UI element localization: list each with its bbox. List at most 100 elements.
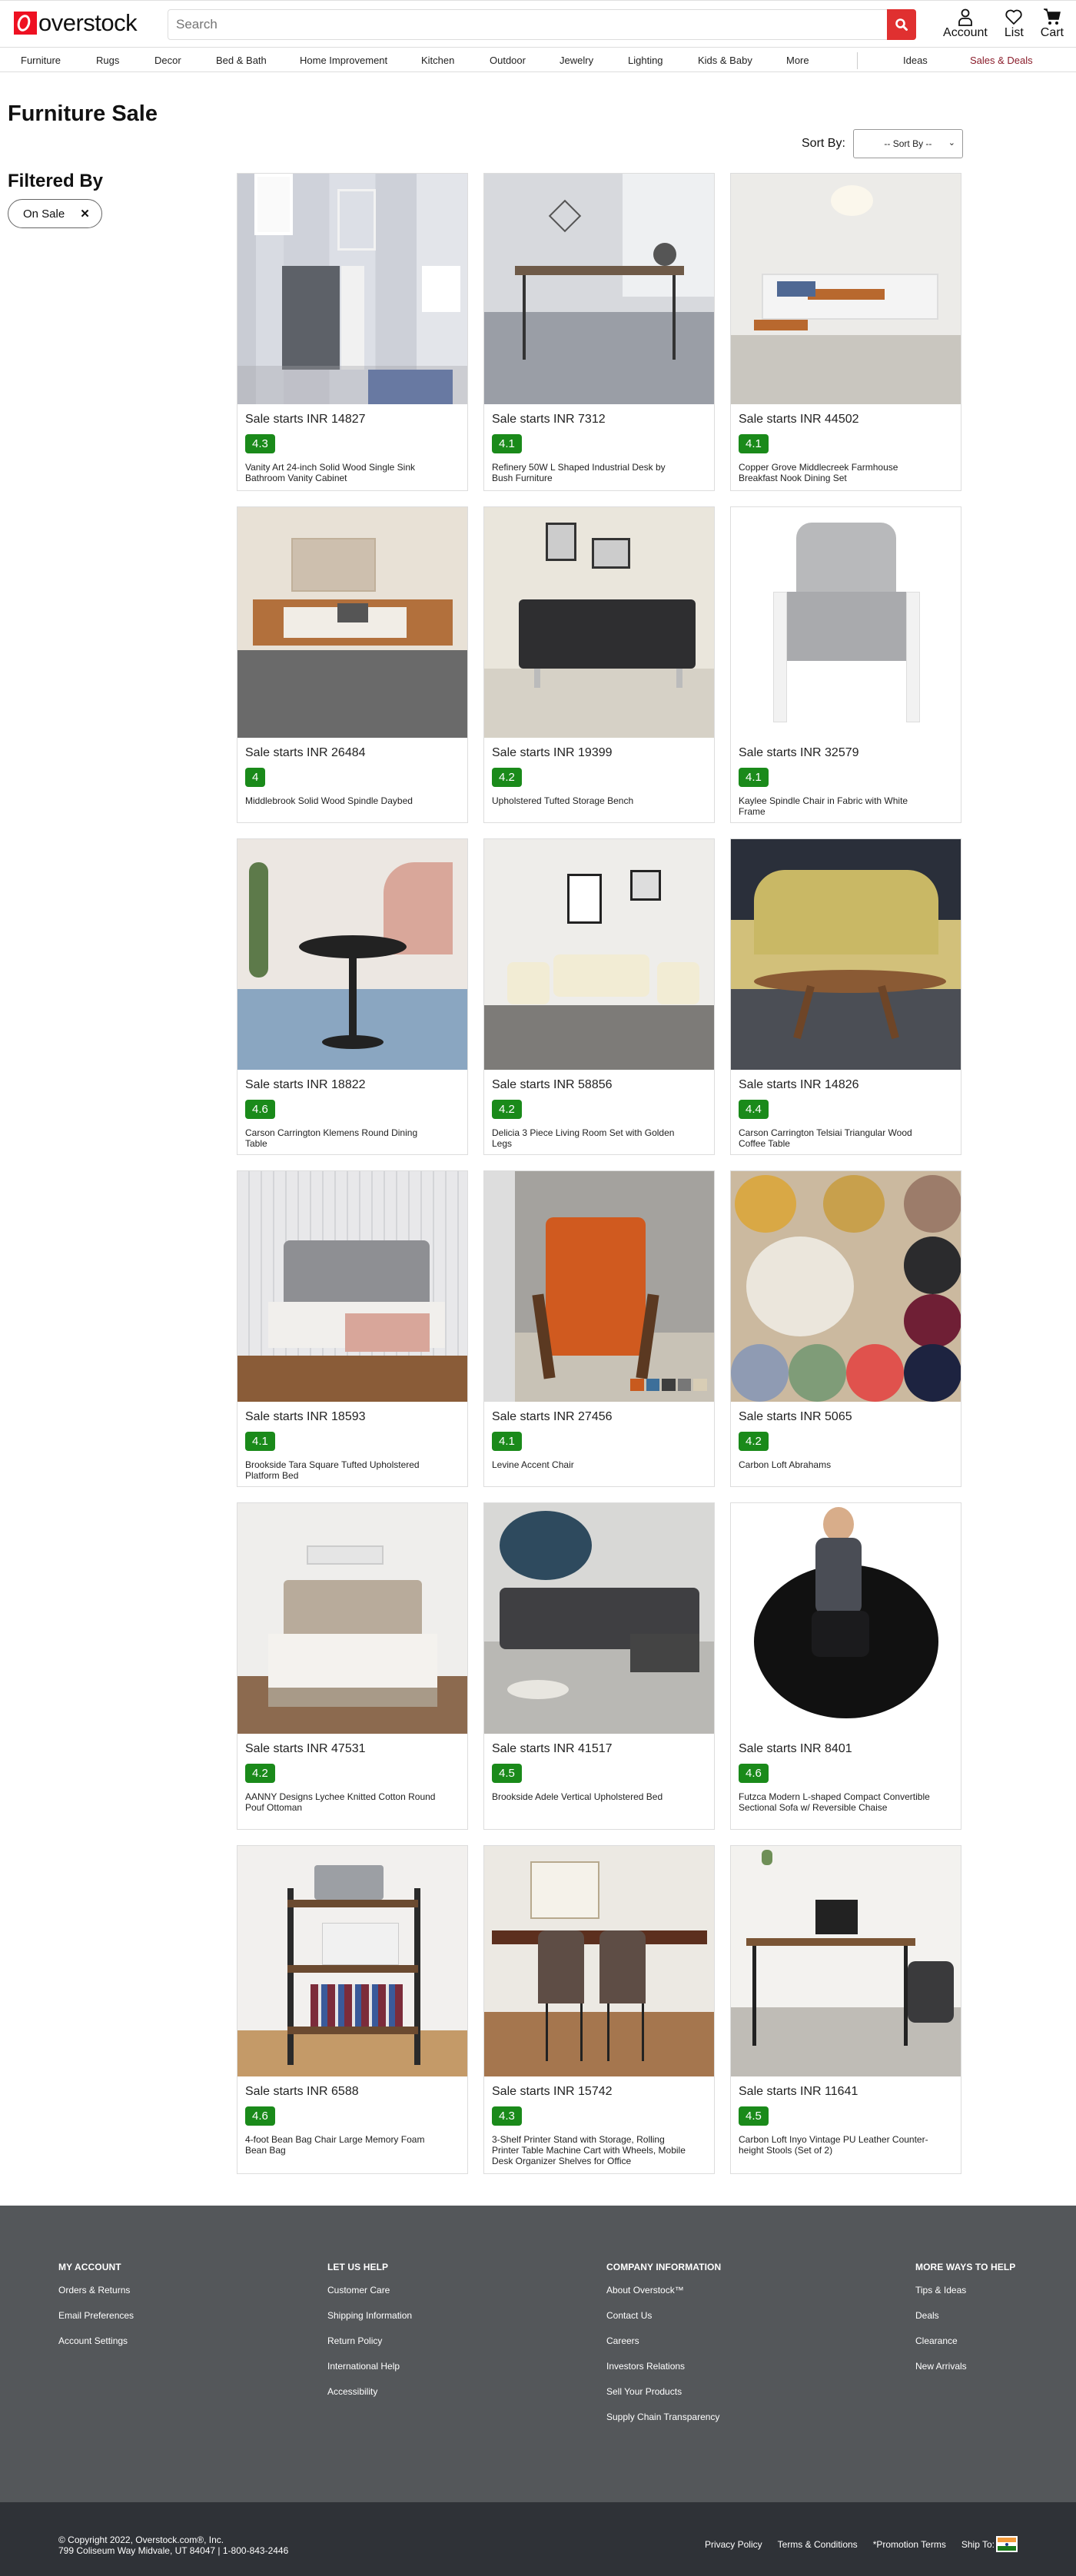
product-image[interactable] (484, 174, 714, 404)
footer-link[interactable]: Email Preferences (58, 2310, 134, 2321)
product-card[interactable]: Sale starts INR 32579 4.1 Kaylee Spindle… (730, 506, 961, 823)
nav-bed-bath[interactable]: Bed & Bath (216, 55, 267, 66)
product-name[interactable]: Brookside Adele Vertical Upholstered Bed (492, 1791, 688, 1802)
product-name[interactable]: Carson Carrington Telsiai Triangular Woo… (739, 1127, 935, 1149)
product-image[interactable] (731, 839, 961, 1070)
product-image[interactable] (484, 1846, 714, 2076)
product-image[interactable] (237, 1846, 467, 2076)
footer-link[interactable]: Customer Care (327, 2285, 412, 2295)
product-card[interactable]: Sale starts INR 27456 4.1 Levine Accent … (483, 1170, 715, 1487)
footer-link[interactable]: Tips & Ideas (915, 2285, 1015, 2295)
nav-kids-baby[interactable]: Kids & Baby (698, 55, 752, 66)
product-name[interactable]: Upholstered Tufted Storage Bench (492, 795, 688, 806)
footer-link[interactable]: About Overstock™ (606, 2285, 721, 2295)
product-image[interactable] (484, 839, 714, 1070)
footer-link[interactable]: New Arrivals (915, 2361, 1015, 2372)
footer-link[interactable]: Contact Us (606, 2310, 721, 2321)
nav-outdoor[interactable]: Outdoor (490, 55, 526, 66)
nav-rugs[interactable]: Rugs (96, 55, 119, 66)
nav-furniture[interactable]: Furniture (21, 55, 61, 66)
product-name[interactable]: 3-Shelf Printer Stand with Storage, Roll… (492, 2134, 688, 2166)
privacy-policy-link[interactable]: Privacy Policy (705, 2539, 762, 2550)
product-card[interactable]: Sale starts INR 26484 4 Middlebrook Soli… (237, 506, 468, 823)
product-card[interactable]: Sale starts INR 18822 4.6 Carson Carring… (237, 838, 468, 1155)
product-card[interactable]: Sale starts INR 18593 4.1 Brookside Tara… (237, 1170, 468, 1487)
footer-link[interactable]: Supply Chain Transparency (606, 2412, 721, 2422)
product-image[interactable] (237, 839, 467, 1070)
nav-home-improvement[interactable]: Home Improvement (300, 55, 387, 66)
product-name[interactable]: Delicia 3 Piece Living Room Set with Gol… (492, 1127, 688, 1149)
product-name[interactable]: Copper Grove Middlecreek Farmhouse Break… (739, 462, 935, 483)
product-name[interactable]: Carbon Loft Inyo Vintage PU Leather Coun… (739, 2134, 935, 2156)
product-name[interactable]: Refinery 50W L Shaped Industrial Desk by… (492, 462, 688, 483)
product-name[interactable]: Brookside Tara Square Tufted Upholstered… (245, 1459, 441, 1481)
product-card[interactable]: Sale starts INR 14827 4.3 Vanity Art 24-… (237, 173, 468, 491)
cart-button[interactable]: Cart (1041, 8, 1064, 40)
nav-sales-deals[interactable]: Sales & Deals (970, 55, 1033, 66)
search-input[interactable] (168, 10, 887, 39)
list-button[interactable]: List (1005, 8, 1024, 40)
product-card[interactable]: Sale starts INR 58856 4.2 Delicia 3 Piec… (483, 838, 715, 1155)
india-flag-icon[interactable] (996, 2536, 1018, 2552)
product-card[interactable]: Sale starts INR 14826 4.4 Carson Carring… (730, 838, 961, 1155)
product-image[interactable] (731, 1171, 961, 1402)
footer-link[interactable]: Investors Relations (606, 2361, 721, 2372)
sort-select[interactable]: -- Sort By -- ⌄ (852, 129, 963, 158)
product-image[interactable] (237, 1171, 467, 1402)
product-card[interactable]: Sale starts INR 41517 4.5 Brookside Adel… (483, 1502, 715, 1830)
product-name[interactable]: Futzca Modern L-shaped Compact Convertib… (739, 1791, 935, 1813)
account-button[interactable]: Account (943, 8, 988, 40)
footer-link[interactable]: Account Settings (58, 2335, 134, 2346)
nav-ideas[interactable]: Ideas (903, 55, 928, 66)
product-image[interactable] (237, 1503, 467, 1734)
product-name[interactable]: Levine Accent Chair (492, 1459, 688, 1470)
footer-link[interactable]: Clearance (915, 2335, 1015, 2346)
product-name[interactable]: Middlebrook Solid Wood Spindle Daybed (245, 795, 441, 806)
product-card[interactable]: Sale starts INR 47531 4.2 AANNY Designs … (237, 1502, 468, 1830)
product-name[interactable]: AANNY Designs Lychee Knitted Cotton Roun… (245, 1791, 441, 1813)
product-card[interactable]: Sale starts INR 5065 4.2 Carbon Loft Abr… (730, 1170, 961, 1487)
footer-link[interactable]: Deals (915, 2310, 1015, 2321)
product-card[interactable]: Sale starts INR 7312 4.1 Refinery 50W L … (483, 173, 715, 491)
product-image[interactable] (484, 507, 714, 738)
footer-link[interactable]: Sell Your Products (606, 2386, 721, 2397)
footer-link[interactable]: Careers (606, 2335, 721, 2346)
ship-to-link[interactable]: Ship To: (961, 2539, 995, 2550)
product-card[interactable]: Sale starts INR 8401 4.6 Futzca Modern L… (730, 1502, 961, 1830)
footer-link[interactable]: International Help (327, 2361, 412, 2372)
close-icon[interactable]: ✕ (80, 207, 90, 221)
product-card[interactable]: Sale starts INR 11641 4.5 Carbon Loft In… (730, 1845, 961, 2174)
product-image[interactable] (237, 174, 467, 404)
product-card[interactable]: Sale starts INR 15742 4.3 3-Shelf Printe… (483, 1845, 715, 2174)
product-image[interactable] (731, 174, 961, 404)
nav-jewelry[interactable]: Jewelry (560, 55, 593, 66)
product-name[interactable]: Kaylee Spindle Chair in Fabric with Whit… (739, 795, 935, 817)
product-image[interactable] (484, 1171, 714, 1402)
product-card[interactable]: Sale starts INR 44502 4.1 Copper Grove M… (730, 173, 961, 491)
product-image[interactable] (731, 1846, 961, 2076)
footer-link[interactable]: Accessibility (327, 2386, 412, 2397)
nav-kitchen[interactable]: Kitchen (421, 55, 454, 66)
product-image[interactable] (237, 507, 467, 738)
terms-conditions-link[interactable]: Terms & Conditions (778, 2539, 858, 2550)
product-image[interactable] (731, 507, 961, 738)
product-name[interactable]: Carson Carrington Klemens Round Dining T… (245, 1127, 441, 1149)
product-image[interactable] (731, 1503, 961, 1734)
product-image[interactable] (484, 1503, 714, 1734)
product-name[interactable]: Carbon Loft Abrahams (739, 1459, 935, 1470)
nav-lighting[interactable]: Lighting (628, 55, 663, 66)
product-name[interactable]: 4-foot Bean Bag Chair Large Memory Foam … (245, 2134, 441, 2156)
footer-link[interactable]: Orders & Returns (58, 2285, 134, 2295)
nav-more[interactable]: More (786, 55, 809, 66)
product-name[interactable]: Vanity Art 24-inch Solid Wood Single Sin… (245, 462, 441, 483)
footer-link[interactable]: Return Policy (327, 2335, 412, 2346)
nav-decor[interactable]: Decor (154, 55, 181, 66)
footer-col-let-us-help: LET US HELP Customer Care Shipping Infor… (327, 2262, 412, 2412)
logo[interactable]: overstock (14, 11, 138, 35)
footer-link[interactable]: Shipping Information (327, 2310, 412, 2321)
search-button[interactable] (887, 9, 916, 40)
filter-chip-on-sale[interactable]: On Sale ✕ (8, 199, 102, 228)
product-card[interactable]: Sale starts INR 19399 4.2 Upholstered Tu… (483, 506, 715, 823)
promotion-terms-link[interactable]: *Promotion Terms (873, 2539, 946, 2550)
product-card[interactable]: Sale starts INR 6588 4.6 4-foot Bean Bag… (237, 1845, 468, 2174)
